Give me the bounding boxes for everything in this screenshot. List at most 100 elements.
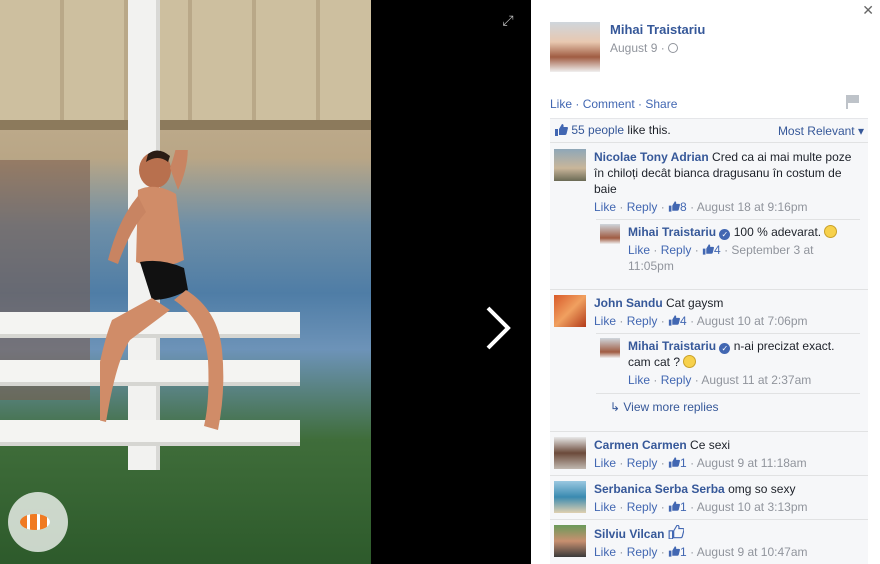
replier-name[interactable]: Mihai Traistariu — [628, 339, 716, 353]
comment-reply-link[interactable]: Reply — [627, 314, 658, 328]
commenter-avatar[interactable] — [554, 295, 586, 327]
reply-item: Mihai Traistariu ✓ 100 % adevarat. Like … — [596, 219, 860, 273]
share-action[interactable]: Share — [645, 97, 677, 111]
close-icon[interactable]: ✕ — [862, 2, 874, 19]
divider — [550, 475, 868, 476]
thumbs-up-icon — [668, 201, 681, 212]
reply-meta: Like · Reply · August 11 at 2:37am — [628, 373, 812, 387]
reply-like-link[interactable]: Like — [628, 243, 650, 257]
comments-panel: ✕ Mihai Traistariu August 9 · Like · Com… — [531, 0, 880, 564]
comment-reply-link[interactable]: Reply — [627, 545, 658, 559]
post-date: August 9 · — [610, 41, 705, 55]
comment-like-link[interactable]: Like — [594, 200, 616, 214]
photo-person — [100, 150, 224, 430]
watermark-fish-icon — [8, 492, 68, 552]
post-actions: Like · Comment · Share — [550, 97, 677, 111]
thumbs-up-icon — [668, 501, 681, 512]
thumbs-up-sticker-icon — [668, 525, 684, 539]
report-flag-icon[interactable] — [846, 95, 860, 109]
post-author: Mihai Traistariu August 9 · — [550, 22, 705, 72]
comment-meta: Like · Reply · 4 · August 10 at 7:06pm — [594, 314, 808, 328]
divider — [550, 519, 868, 520]
globe-icon — [668, 43, 679, 53]
comment-meta: Like · Reply · 8 · August 18 at 9:16pm — [594, 200, 808, 214]
comment-time[interactable]: August 18 at 9:16pm — [697, 200, 808, 214]
view-more-replies-text[interactable]: View more replies — [623, 400, 718, 414]
reply-time[interactable]: August 11 at 2:37am — [701, 373, 811, 387]
comment-like-count[interactable]: 4 — [680, 314, 687, 328]
comment-text: Ce sexi — [690, 438, 731, 452]
comment-like-count[interactable]: 1 — [680, 500, 687, 514]
likes-summary: 55 people like this. Most Relevant ▾ — [550, 119, 868, 143]
photo-roof — [0, 0, 371, 120]
reply-time[interactable]: September 3 at 11:05pm — [628, 243, 813, 273]
comment-time[interactable]: August 9 at 10:47am — [697, 545, 808, 559]
sort-dropdown[interactable]: Most Relevant ▾ — [778, 124, 864, 138]
separator: · — [634, 97, 646, 111]
commenter-avatar[interactable] — [554, 525, 586, 557]
commenter-avatar[interactable] — [554, 437, 586, 469]
comment-time[interactable]: August 10 at 7:06pm — [697, 314, 808, 328]
commenter-name[interactable]: Carmen Carmen — [594, 438, 687, 452]
post-date-text[interactable]: August 9 · — [610, 41, 668, 55]
likes-suffix: like this. — [624, 123, 671, 137]
next-photo-chevron-icon[interactable] — [480, 298, 516, 358]
comment-like-count[interactable]: 1 — [680, 545, 687, 559]
reply-meta: Like · Reply · 4 · September 3 at 11:05p… — [628, 243, 814, 273]
commenter-name[interactable]: Serbanica Serba Serba — [594, 482, 725, 496]
separator: · — [572, 97, 583, 111]
divider — [550, 431, 868, 432]
thumbs-up-icon — [702, 244, 715, 255]
reply-text: 100 % adevarat. — [733, 225, 822, 239]
smiley-emoji-icon — [683, 355, 697, 368]
comment-meta: Like · Reply · 1 · August 9 at 10:47am — [594, 545, 808, 559]
expand-icon[interactable]: ⤢ — [500, 12, 516, 28]
commenter-avatar[interactable] — [554, 149, 586, 181]
replier-name[interactable]: Mihai Traistariu — [628, 225, 716, 239]
comment-action[interactable]: Comment — [583, 97, 635, 111]
commenter-avatar[interactable] — [554, 481, 586, 513]
view-more-replies-link[interactable]: ↳ View more replies — [596, 393, 860, 414]
verified-badge-icon: ✓ — [719, 229, 731, 240]
likes-count-link[interactable]: 55 people — [571, 123, 624, 137]
comment-time[interactable]: August 10 at 3:13pm — [697, 500, 808, 514]
commenter-name[interactable]: Nicolae Tony Adrian — [594, 150, 709, 164]
reply-like-count[interactable]: 4 — [714, 243, 721, 257]
thumbs-up-icon — [668, 457, 681, 468]
comments-box: 55 people like this. Most Relevant ▾ Nic… — [550, 118, 868, 564]
thumbs-up-icon — [555, 124, 568, 136]
author-name[interactable]: Mihai Traistariu — [610, 22, 705, 37]
reply-like-link[interactable]: Like — [628, 373, 650, 387]
reply-item: Mihai Traistariu ✓ n-ai precizat exact. … — [596, 333, 860, 387]
comment-text: Cat gaysm — [666, 296, 724, 310]
comment-reply-link[interactable]: Reply — [627, 456, 658, 470]
commenter-name[interactable]: John Sandu — [594, 296, 663, 310]
author-avatar[interactable] — [550, 22, 600, 72]
comment-like-link[interactable]: Like — [594, 545, 616, 559]
comment-reply-link[interactable]: Reply — [627, 500, 658, 514]
comment-meta: Like · Reply · 1 · August 10 at 3:13pm — [594, 500, 808, 514]
reply-reply-link[interactable]: Reply — [661, 373, 692, 387]
comment-meta: Like · Reply · 1 · August 9 at 11:18am — [594, 456, 807, 470]
commenter-name[interactable]: Silviu Vilcan — [594, 527, 664, 541]
photo-viewer-stage: ⤢ — [0, 0, 531, 564]
divider — [550, 289, 868, 290]
comment-reply-link[interactable]: Reply — [627, 200, 658, 214]
like-action[interactable]: Like — [550, 97, 572, 111]
thumbs-up-icon — [668, 315, 681, 326]
comment-like-link[interactable]: Like — [594, 456, 616, 470]
comment-like-count[interactable]: 1 — [680, 456, 687, 470]
comment-like-count[interactable]: 8 — [680, 200, 687, 214]
verified-badge-icon: ✓ — [719, 343, 731, 354]
photo-beam — [0, 120, 371, 130]
post-photo[interactable] — [0, 0, 371, 564]
smiley-emoji-icon — [824, 225, 838, 238]
reply-reply-link[interactable]: Reply — [661, 243, 692, 257]
comment-text: omg so sexy — [728, 482, 796, 496]
comment-like-link[interactable]: Like — [594, 314, 616, 328]
comment-like-link[interactable]: Like — [594, 500, 616, 514]
thumbs-up-icon — [668, 546, 681, 557]
replier-avatar[interactable] — [600, 224, 620, 244]
replier-avatar[interactable] — [600, 338, 620, 358]
comment-time[interactable]: August 9 at 11:18am — [697, 456, 807, 470]
